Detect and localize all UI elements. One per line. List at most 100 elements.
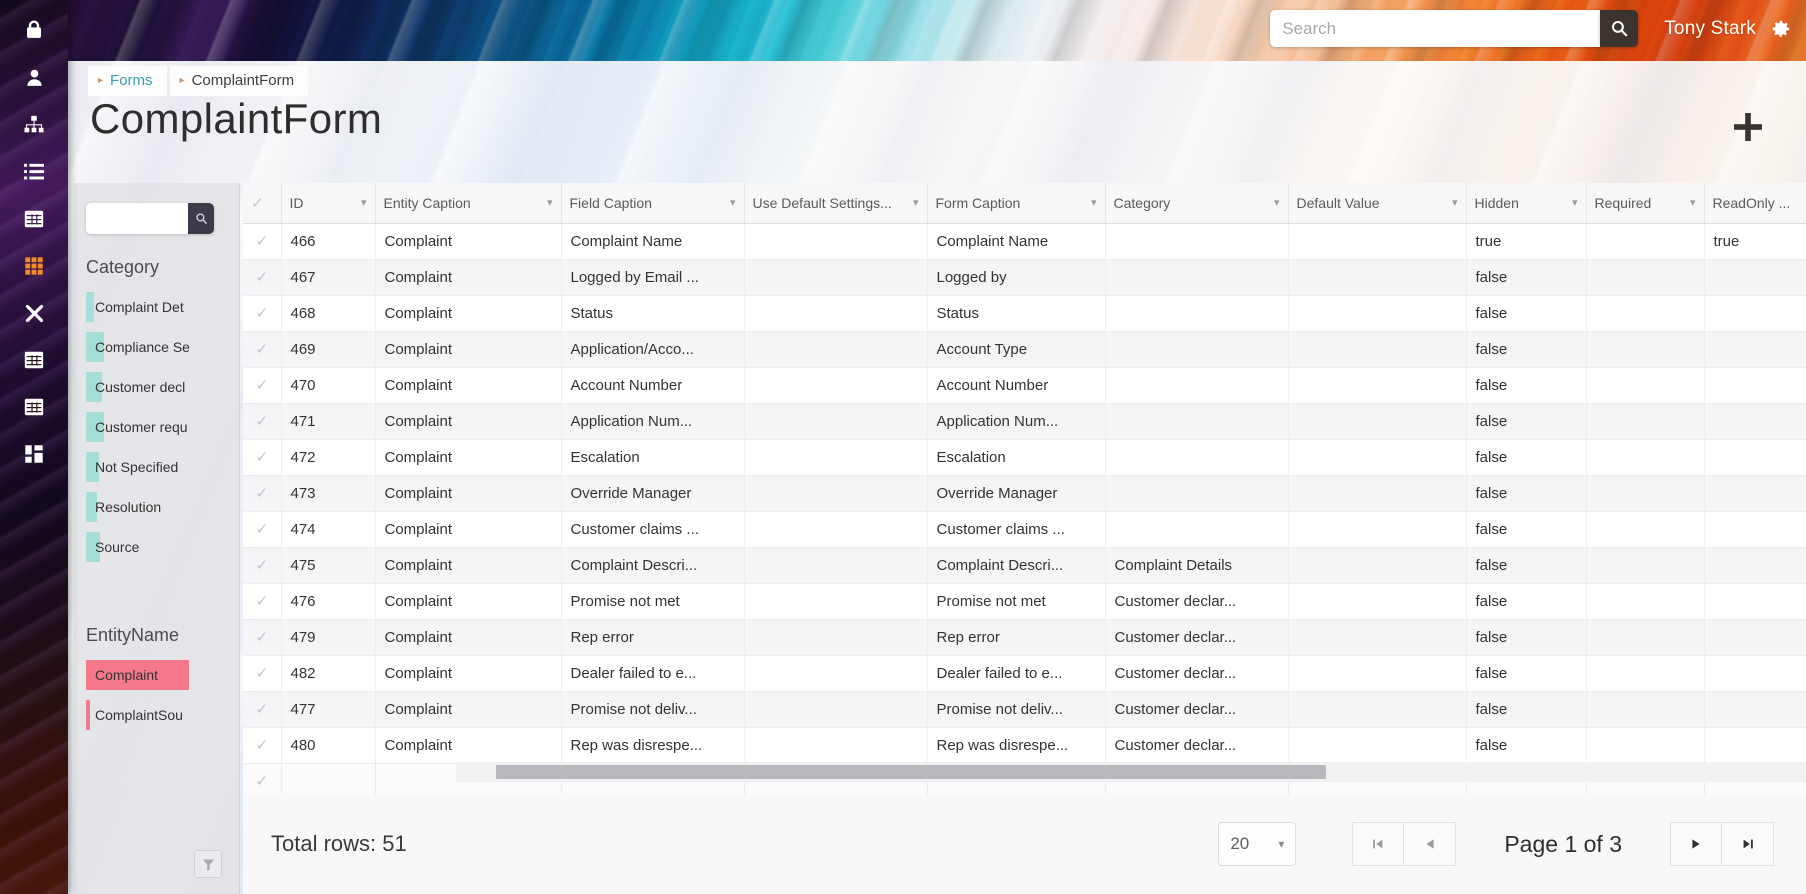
row-select-checkbox[interactable]: ✓ [243,727,282,764]
row-select-checkbox[interactable]: ✓ [243,223,282,260]
column-header-required[interactable]: Required ▾ [1586,183,1705,224]
table-row[interactable]: ✓ 480 Complaint Rep was disrespe... Rep was … [243,727,1806,764]
column-header-entity-caption[interactable]: Entity Caption ▾ [375,183,562,224]
rail-item-views[interactable] [0,386,68,428]
chevron-down-icon[interactable]: ▾ [1091,196,1097,209]
facet-search-button[interactable] [188,203,214,234]
add-record-button[interactable] [1726,105,1770,149]
table-row[interactable]: ✓ 466 Complaint Complaint Name Complaint Nam… [243,223,1806,260]
table-row[interactable]: ✓ 470 Complaint Account Number Account Numbe… [243,367,1806,404]
next-page-button[interactable] [1670,822,1722,866]
page-size-select[interactable]: 20 ▾ [1218,822,1297,866]
rail-item-security[interactable] [0,10,68,52]
cell-field: Complaint Name [561,223,745,260]
row-select-checkbox[interactable]: ✓ [243,547,282,584]
chevron-down-icon[interactable]: ▾ [1452,196,1458,209]
row-select-checkbox[interactable]: ✓ [243,331,282,368]
cell-id: 479 [281,619,376,656]
horizontal-scrollbar-thumb[interactable] [496,765,1326,779]
column-header-id[interactable]: ID ▾ [281,183,376,224]
facet-item-resolution[interactable]: Resolution [86,487,236,527]
cell-ro [1704,691,1806,728]
facet-filter-button[interactable] [194,850,222,878]
cell-form: Logged by [927,259,1106,296]
rail-item-forms[interactable] [0,245,68,287]
first-page-button[interactable] [1352,822,1405,866]
facet-item-complaint[interactable]: Complaint [86,655,236,695]
rail-item-close[interactable] [0,292,68,334]
table-row[interactable]: ✓ 479 Complaint Rep error Rep error Customer … [243,619,1806,656]
rail-item-dashboard[interactable] [0,433,68,475]
facet-item-not-specified[interactable]: Not Specified [86,447,236,487]
chevron-down-icon[interactable]: ▾ [1274,196,1280,209]
row-select-checkbox[interactable]: ✓ [243,691,282,728]
breadcrumb-item-complaintform[interactable]: ▸ ComplaintForm [169,66,309,96]
cell-defval [1288,583,1467,620]
table-row[interactable]: ✓ 476 Complaint Promise not met Promise not … [243,583,1806,620]
chevron-down-icon[interactable]: ▾ [1690,196,1696,209]
data-grid: ✓ ID ▾ Entity Caption ▾ Field Caption ▾ [243,183,1806,894]
row-select-checkbox[interactable]: ✓ [243,295,282,332]
chevron-down-icon[interactable]: ▾ [730,196,736,209]
table-row[interactable]: ✓ 475 Complaint Complaint Descri... Complain… [243,547,1806,584]
facet-item-customer-decl[interactable]: Customer decl [86,367,236,407]
rail-item-users[interactable] [0,57,68,99]
table-row[interactable]: ✓ 477 Complaint Promise not deliv... Promise… [243,691,1806,728]
column-header-readonly[interactable]: ReadOnly ... [1704,183,1806,224]
facet-item-source[interactable]: Source [86,527,236,567]
column-header-category[interactable]: Category ▾ [1105,183,1289,224]
column-header-use-default-settings[interactable]: Use Default Settings... ▾ [744,183,928,224]
column-header-form-caption[interactable]: Form Caption ▾ [927,183,1106,224]
chevron-down-icon[interactable]: ▾ [913,196,919,209]
column-label: Entity Caption [383,194,471,211]
table-row[interactable]: ✓ 482 Complaint Dealer failed to e... Dealer… [243,655,1806,692]
row-select-checkbox[interactable]: ✓ [243,511,282,548]
cell-field: Customer claims ... [561,511,745,548]
row-select-checkbox[interactable]: ✓ [243,439,282,476]
table-row[interactable]: ✓ 474 Complaint Customer claims ... Customer… [243,511,1806,548]
row-select-checkbox[interactable]: ✓ [243,367,282,404]
table-row[interactable]: ✓ 472 Complaint Escalation Escalation false [243,439,1806,476]
rail-item-organization[interactable] [0,104,68,146]
cell-entity: Complaint [375,223,562,260]
table-row[interactable]: ✓ 467 Complaint Logged by Email ... Logged b… [243,259,1806,296]
prev-page-button[interactable] [1404,822,1457,866]
column-header-field-caption[interactable]: Field Caption ▾ [561,183,745,224]
chevron-down-icon[interactable]: ▾ [1572,196,1578,209]
search-input[interactable] [1270,10,1601,47]
facet-item-compliance-se[interactable]: Compliance Se [86,327,236,367]
row-select-checkbox[interactable]: ✓ [243,619,282,656]
rail-item-tables[interactable] [0,198,68,240]
table-row[interactable]: ✓ 469 Complaint Application/Acco... Account … [243,331,1806,368]
cell-cat [1105,331,1289,368]
rail-item-lists[interactable] [0,151,68,193]
row-select-checkbox[interactable]: ✓ [243,403,282,440]
table-row[interactable]: ✓ 468 Complaint Status Status false [243,295,1806,332]
facet-item-complaint-details[interactable]: Complaint Det [86,287,236,327]
breadcrumb-item-forms[interactable]: ▸ Forms [88,66,167,96]
list-icon [24,163,44,180]
table-icon [24,210,44,228]
column-header-default-value[interactable]: Default Value ▾ [1288,183,1467,224]
column-header-hidden[interactable]: Hidden ▾ [1466,183,1587,224]
facet-item-complaintsource[interactable]: ComplaintSou [86,695,236,735]
horizontal-scrollbar[interactable] [456,762,1806,782]
row-select-checkbox[interactable]: ✓ [243,655,282,692]
search-icon [195,213,207,224]
table-row[interactable]: ✓ 473 Complaint Override Manager Override Ma… [243,475,1806,512]
cell-hidden: false [1466,583,1587,620]
search-button[interactable] [1600,10,1639,47]
last-page-button[interactable] [1722,822,1774,866]
cell-ro [1704,295,1806,332]
chevron-down-icon[interactable]: ▾ [547,196,553,209]
row-select-checkbox[interactable]: ✓ [243,583,282,620]
chevron-down-icon[interactable]: ▾ [361,196,367,209]
row-select-checkbox[interactable]: ✓ [243,259,282,296]
row-select-checkbox[interactable]: ✓ [243,475,282,512]
table-row[interactable]: ✓ 471 Complaint Application Num... Applicati… [243,403,1806,440]
rail-item-entities[interactable] [0,339,68,381]
facet-item-customer-requ[interactable]: Customer requ [86,407,236,447]
column-header-select-all[interactable]: ✓ [243,183,282,224]
settings-button[interactable] [1770,18,1792,40]
facet-search-input[interactable] [86,203,188,234]
